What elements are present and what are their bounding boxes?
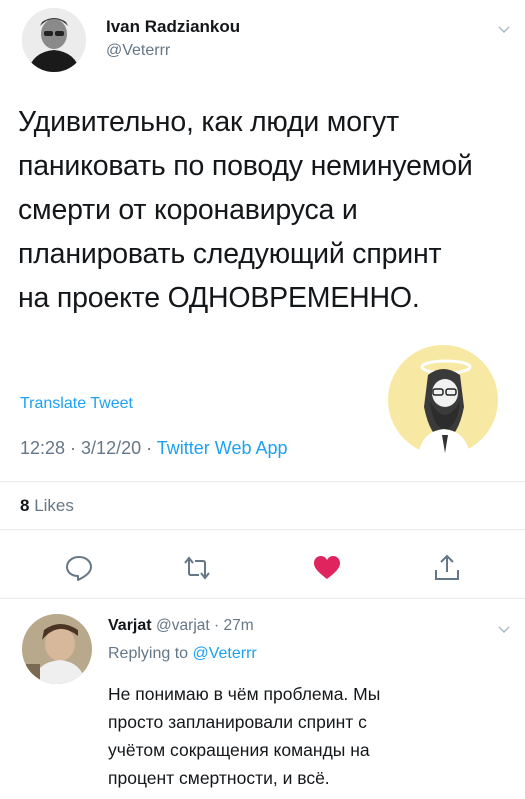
sticker-badge (388, 345, 498, 455)
reply-author-name[interactable]: Varjat (108, 617, 152, 634)
reply-text-line: процент смертности, и всё. (108, 768, 330, 788)
reply-avatar-image (22, 614, 92, 684)
reply-text-line: просто запланировали спринт с (108, 712, 367, 732)
likes-label: Likes (34, 496, 74, 515)
tweet-text-line: смерти от коронавируса и (18, 194, 358, 226)
reply-text-line: учётом сокращения команды на (108, 740, 370, 760)
likes-number: 8 (20, 496, 30, 515)
replying-to: Replying to @Veterrr (108, 645, 257, 663)
translate-tweet-link[interactable]: Translate Tweet (20, 395, 133, 413)
tweet-meta: 12:28 · 3/12/20 · Twitter Web App (20, 438, 288, 459)
replying-to-prefix: Replying to (108, 645, 193, 662)
author-avatar-image (22, 8, 86, 72)
reply-author-avatar[interactable] (22, 614, 92, 684)
tweet-source-link[interactable]: Twitter Web App (157, 438, 288, 458)
author-handle[interactable]: @Veterrr (106, 42, 170, 60)
tweet-text-line: на проекте ОДНОВРЕМЕННО. (18, 282, 420, 314)
comment-icon[interactable] (64, 553, 94, 583)
tweet-text: Удивительно, как люди могут паниковать п… (18, 100, 518, 320)
author-avatar[interactable] (22, 8, 86, 72)
tweet-timestamp[interactable]: 12:28 · 3/12/20 · (20, 438, 157, 458)
reply-author-handle[interactable]: @varjat · 27m (156, 617, 254, 634)
chevron-down-icon[interactable] (498, 624, 510, 636)
tweet-text-line: Удивительно, как люди могут (18, 106, 399, 138)
divider (0, 529, 525, 530)
bearded-man-icon (418, 359, 472, 455)
heart-icon[interactable] (312, 553, 342, 583)
reply-text-line: Не понимаю в чём проблема. Мы (108, 684, 381, 704)
likes-count[interactable]: 8 Likes (20, 496, 74, 516)
replying-to-handle[interactable]: @Veterrr (193, 645, 257, 662)
tweet-text-line: планировать следующий спринт (18, 238, 442, 270)
reply-header: Varjat @varjat · 27m (108, 617, 254, 635)
tweet-text-line: паниковать по поводу неминуемой (18, 150, 473, 182)
chevron-down-icon[interactable] (498, 24, 510, 36)
share-icon[interactable] (432, 553, 462, 583)
reply-text: Не понимаю в чём проблема. Мы просто зап… (108, 680, 478, 792)
divider (0, 598, 525, 599)
retweet-icon[interactable] (182, 553, 212, 583)
author-name[interactable]: Ivan Radziankou (106, 17, 240, 37)
divider (0, 481, 525, 482)
